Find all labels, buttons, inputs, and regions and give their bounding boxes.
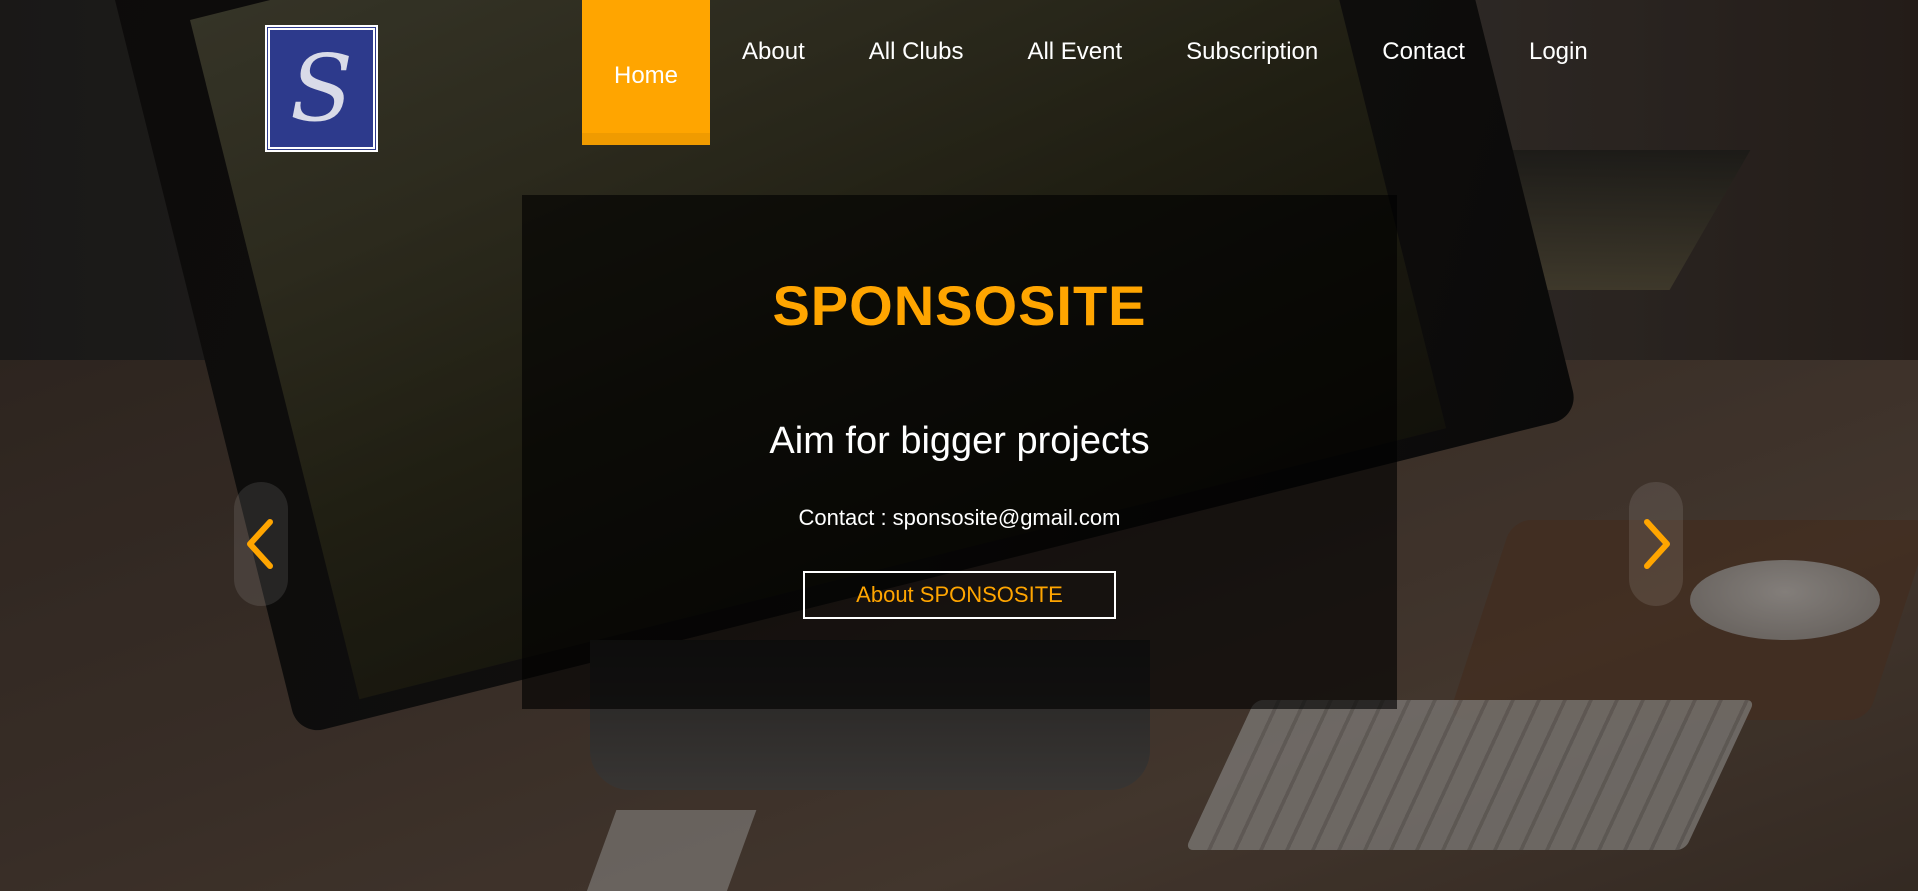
site-logo[interactable]: S bbox=[265, 25, 378, 152]
nav-all-clubs-label: All Clubs bbox=[868, 37, 964, 65]
about-sponsosite-button[interactable]: About SPONSOSITE bbox=[803, 571, 1116, 619]
nav-contact[interactable]: Contact bbox=[1350, 0, 1497, 124]
nav-contact-label: Contact bbox=[1382, 37, 1465, 65]
chevron-left-icon bbox=[247, 519, 273, 569]
hero-caption-box: SPONSOSITE Aim for bigger projects Conta… bbox=[522, 195, 1397, 709]
nav-home-label: Home bbox=[614, 62, 679, 89]
s-monogram-logo-icon: S bbox=[267, 27, 376, 150]
hero-contact: Contact : sponsosite@gmail.com bbox=[798, 505, 1121, 530]
logo-letter: S bbox=[289, 34, 354, 142]
main-nav: Home About All Clubs All Event Subscript… bbox=[582, 0, 1620, 145]
nav-subscription-label: Subscription bbox=[1186, 37, 1319, 65]
carousel-prev-button[interactable] bbox=[234, 482, 288, 606]
chevron-right-icon bbox=[1644, 519, 1670, 569]
carousel-next-button[interactable] bbox=[1629, 482, 1683, 606]
nav-about[interactable]: About bbox=[710, 0, 837, 124]
hero-carousel: S Home About All Clubs All Event Subscri… bbox=[0, 0, 1918, 893]
nav-home[interactable]: Home bbox=[582, 0, 711, 145]
nav-all-clubs[interactable]: All Clubs bbox=[837, 0, 996, 124]
nav-login[interactable]: Login bbox=[1497, 0, 1620, 124]
nav-all-event-label: All Event bbox=[1027, 37, 1123, 65]
nav-subscription[interactable]: Subscription bbox=[1154, 0, 1350, 124]
hero-tagline: Aim for bigger projects bbox=[769, 420, 1150, 462]
nav-all-event[interactable]: All Event bbox=[995, 0, 1154, 124]
hero-title: SPONSOSITE bbox=[772, 274, 1147, 337]
nav-login-label: Login bbox=[1528, 37, 1588, 65]
nav-about-label: About bbox=[742, 37, 805, 65]
